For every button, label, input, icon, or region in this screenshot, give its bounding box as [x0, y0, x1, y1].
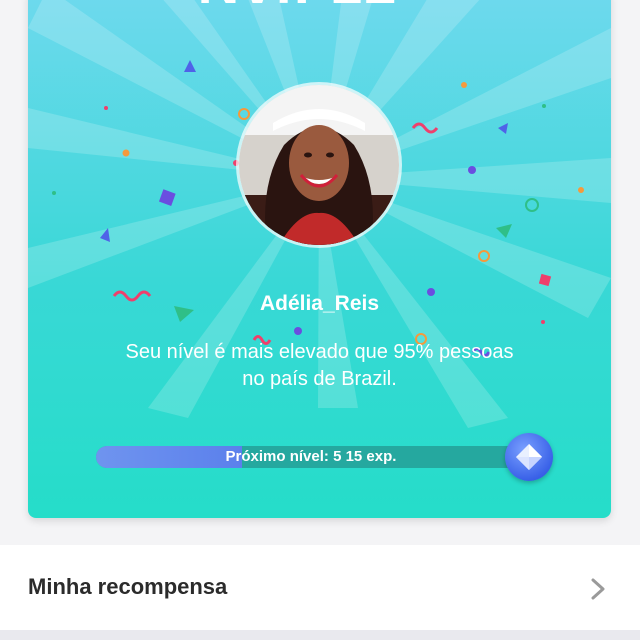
- profile-photo: [239, 85, 399, 245]
- level-card: Nvl. 12 Adélia_Reis Seu nível é mais ele…: [28, 0, 611, 518]
- rank-description: Seu nível é mais elevado que 95% pessoas…: [125, 341, 514, 390]
- my-reward-label: Minha recompensa: [28, 574, 228, 599]
- username: Adélia_Reis: [259, 292, 380, 315]
- level-progress-bar: Próximo nível: 5 15 exp.: [96, 446, 526, 468]
- chevron-right-icon: [591, 578, 605, 600]
- level-title: Nvl. 12: [148, 0, 448, 14]
- progress-label: Próximo nível: 5 15 exp.: [225, 448, 397, 465]
- avatar[interactable]: [239, 85, 399, 245]
- diamond-icon: [516, 444, 542, 470]
- bottom-divider: [0, 630, 640, 640]
- level-badge: [505, 433, 553, 481]
- my-reward-row[interactable]: Minha recompensa: [0, 545, 640, 630]
